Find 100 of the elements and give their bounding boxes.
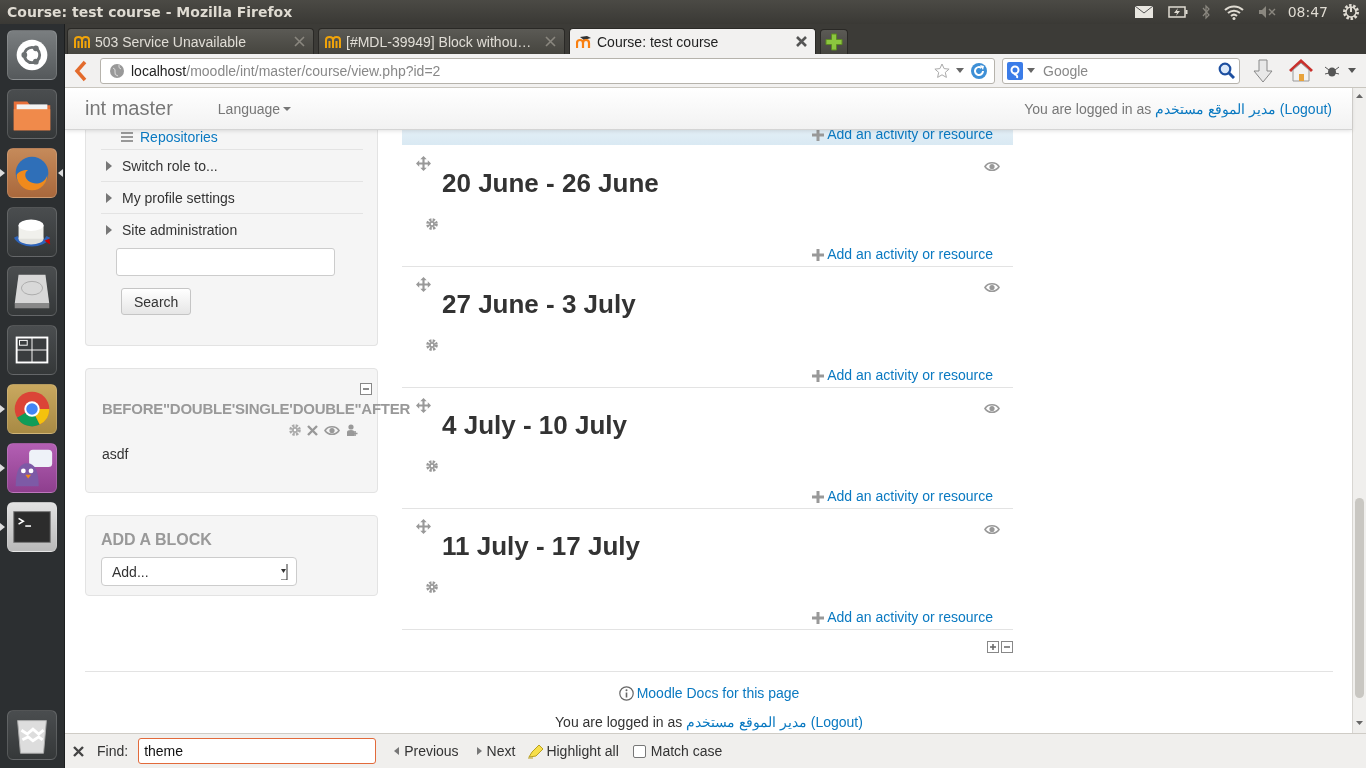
dropdown-arrow-icon[interactable] xyxy=(956,68,964,73)
plus-icon xyxy=(812,369,825,382)
terminal-icon[interactable] xyxy=(7,502,57,552)
move-icon[interactable] xyxy=(416,519,431,534)
close-icon[interactable] xyxy=(73,745,84,757)
scroll-up-arrow-icon[interactable] xyxy=(1356,94,1363,98)
move-icon[interactable] xyxy=(416,398,431,413)
nav-item[interactable]: Switch role to... xyxy=(122,157,218,174)
search-button[interactable]: Search xyxy=(121,288,192,315)
search-engine-icon[interactable] xyxy=(1007,61,1023,80)
new-tab-button[interactable] xyxy=(820,29,848,54)
eye-icon[interactable] xyxy=(984,524,1000,535)
plus-icon xyxy=(812,128,825,141)
gear-icon[interactable] xyxy=(426,460,438,472)
address-field[interactable]: localhost/moodle/int/master/course/view.php?id=2 xyxy=(100,57,995,84)
eye-icon[interactable] xyxy=(984,161,1000,172)
expand-all-icon[interactable] xyxy=(987,641,999,653)
plus-icon xyxy=(812,248,825,261)
folder-icon[interactable] xyxy=(7,89,57,139)
eye-icon[interactable] xyxy=(984,403,1000,414)
search-field[interactable]: Google xyxy=(1002,57,1240,84)
power-gear-icon[interactable] xyxy=(1342,3,1360,21)
dropdown-arrow-icon xyxy=(281,563,288,580)
delete-icon[interactable] xyxy=(307,424,318,436)
gear-icon[interactable] xyxy=(426,218,438,230)
browser-tab[interactable]: [#MDL-39949] Block withou… xyxy=(318,28,565,54)
speaker-muted-icon[interactable] xyxy=(1257,5,1276,19)
move-icon[interactable] xyxy=(416,156,431,171)
site-icon xyxy=(576,34,592,49)
gear-icon[interactable] xyxy=(289,424,301,436)
eye-icon[interactable] xyxy=(324,424,340,436)
stack-icon xyxy=(121,131,133,142)
assign-roles-icon[interactable] xyxy=(346,424,358,436)
nav-item[interactable]: Site administration xyxy=(122,222,238,238)
clock[interactable]: 08:47 xyxy=(1287,4,1328,20)
logout-link[interactable]: (Logout) xyxy=(810,713,863,730)
section-title: 4 July - 10 July xyxy=(442,410,627,440)
dropdown-arrow-icon[interactable] xyxy=(1348,68,1356,73)
previous-button[interactable]: Previous xyxy=(394,743,459,759)
collapse-all-icon[interactable] xyxy=(1001,641,1013,653)
user-link[interactable]: مدير الموقع مستخدم xyxy=(686,713,807,730)
left-triangle-icon xyxy=(394,747,400,755)
circle-logo-icon[interactable] xyxy=(7,30,57,80)
scrollbar-thumb[interactable] xyxy=(1355,498,1364,698)
user-link[interactable]: مدير الموقع مستخدم xyxy=(1155,100,1276,117)
battery-icon[interactable] xyxy=(1167,6,1188,18)
right-triangle-icon xyxy=(476,747,482,755)
collapsed-arrow-icon[interactable] xyxy=(106,225,112,235)
add-activity-link[interactable]: Add an activity or resource xyxy=(827,609,993,626)
docs-link[interactable]: Moodle Docs for this page xyxy=(636,683,800,703)
mail-icon[interactable] xyxy=(1133,5,1154,19)
globe-icon[interactable] xyxy=(7,148,57,198)
plus-icon xyxy=(812,490,825,503)
search-field[interactable] xyxy=(116,248,335,276)
add-activity-link[interactable]: Add an activity or resource xyxy=(827,488,993,505)
block-title: BEFORE"DOUBLE'SINGLE'DOUBLE"AFTER xyxy=(102,399,411,419)
move-icon[interactable] xyxy=(416,277,431,292)
browser-tab[interactable]: Course: test course xyxy=(569,28,816,54)
logout-link[interactable]: (Logout) xyxy=(1279,100,1332,117)
nav-link[interactable]: Repositories xyxy=(140,128,218,145)
collapsed-arrow-icon[interactable] xyxy=(106,160,112,171)
search-icon[interactable] xyxy=(1218,62,1235,79)
wifi-icon[interactable] xyxy=(1223,4,1244,20)
reload-icon[interactable] xyxy=(970,61,988,80)
close-icon[interactable] xyxy=(796,36,807,47)
bookmark-star-icon[interactable] xyxy=(934,62,950,79)
match-case-checkbox[interactable] xyxy=(632,744,646,758)
find-field[interactable]: theme xyxy=(138,738,377,764)
add-activity-link[interactable]: Add an activity or resource xyxy=(827,246,993,263)
bluetooth-icon[interactable] xyxy=(1201,4,1210,20)
eye-icon[interactable] xyxy=(984,282,1000,293)
next-button[interactable]: Next xyxy=(476,743,516,759)
gear-icon[interactable] xyxy=(426,581,438,593)
add-activity-link[interactable]: Add an activity or resource xyxy=(827,367,993,384)
highlighter-icon xyxy=(527,743,545,759)
language-menu[interactable]: Language xyxy=(217,100,292,117)
back-icon[interactable] xyxy=(74,59,88,82)
gear-icon[interactable] xyxy=(426,339,438,351)
caret-icon xyxy=(283,106,292,111)
site-name[interactable]: int master xyxy=(85,97,173,120)
info-icon xyxy=(618,685,634,701)
section-title: 27 June - 3 July xyxy=(442,289,636,319)
add-block-select[interactable]: Add... xyxy=(101,557,297,586)
bird-chat-icon[interactable] xyxy=(7,443,57,493)
download-arrow-icon[interactable] xyxy=(1253,58,1273,83)
workspaces-icon[interactable] xyxy=(7,325,57,375)
collapsed-arrow-icon[interactable] xyxy=(106,192,112,203)
browser-tab[interactable]: 503 Service Unavailable xyxy=(67,28,314,54)
color-wheel-icon[interactable] xyxy=(7,384,57,434)
match-case-label[interactable]: Match case xyxy=(650,743,723,759)
collapse-icon[interactable] xyxy=(360,383,372,395)
section-title: 11 July - 17 July xyxy=(442,531,640,561)
trash-icon[interactable] xyxy=(7,710,57,760)
home-icon[interactable] xyxy=(1289,58,1313,83)
scroll-down-arrow-icon[interactable] xyxy=(1356,721,1363,725)
nav-item[interactable]: My profile settings xyxy=(122,189,235,206)
highlight-all-button[interactable]: Highlight all xyxy=(527,743,619,759)
block-title: ADD A BLOCK xyxy=(101,530,213,550)
knob-icon[interactable] xyxy=(7,207,57,257)
dropdown-arrow-icon[interactable] xyxy=(1027,68,1035,73)
